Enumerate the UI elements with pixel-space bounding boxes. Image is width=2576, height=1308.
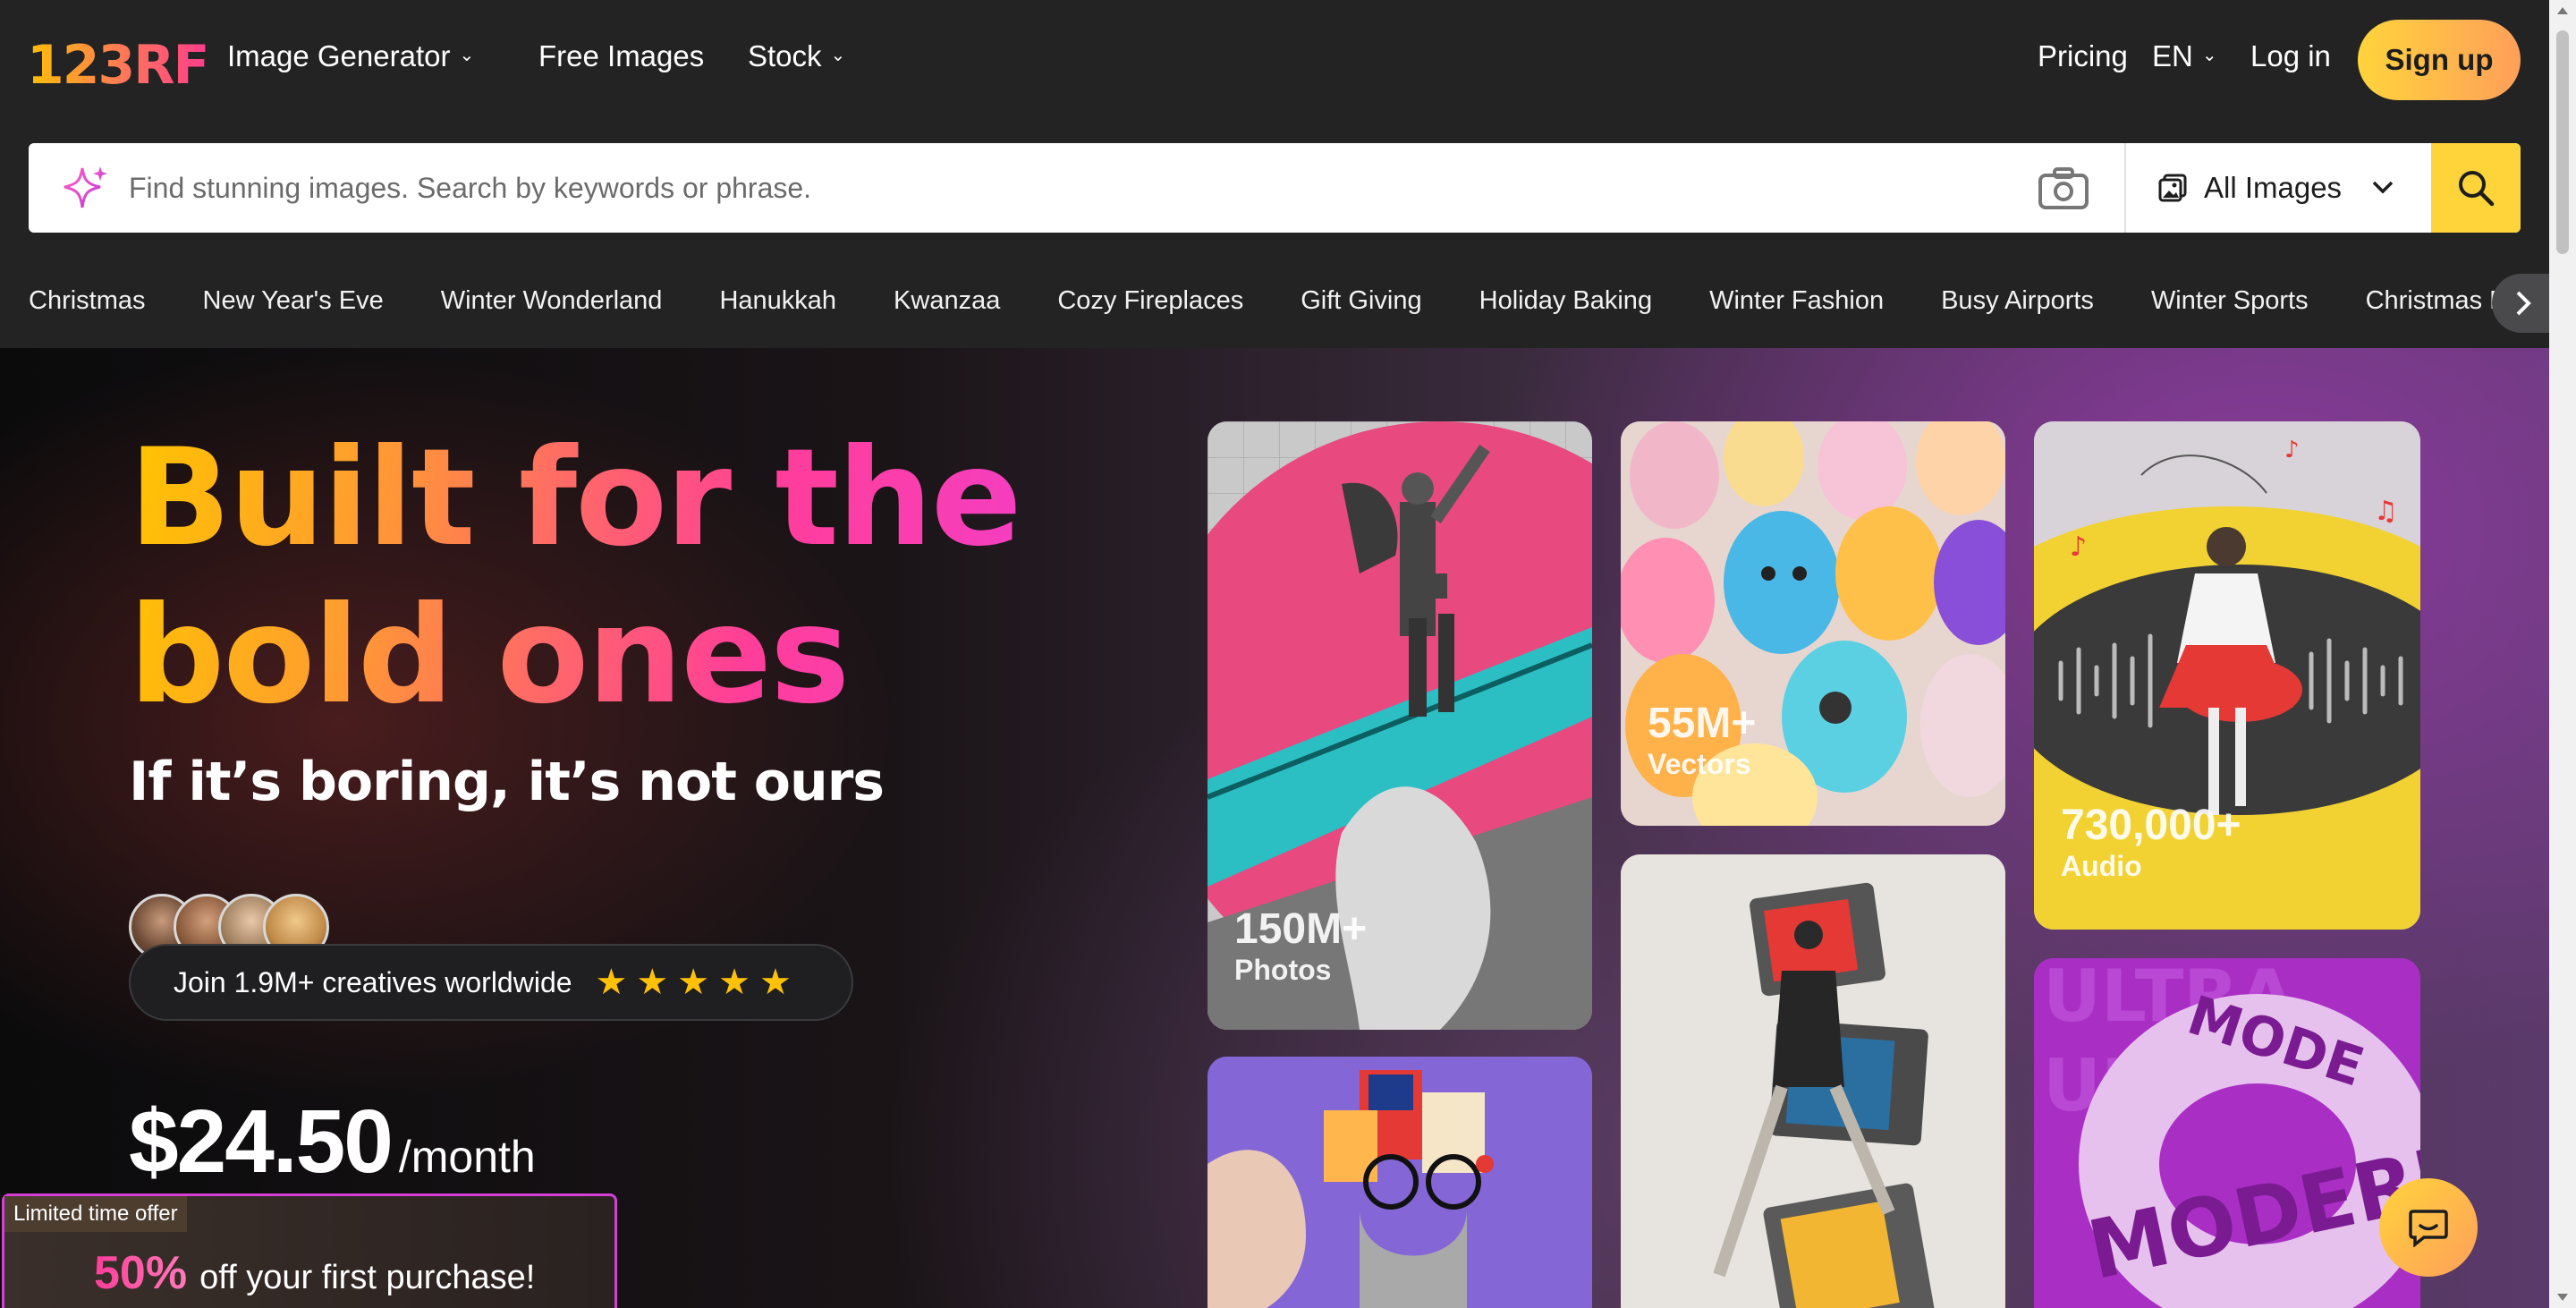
nav-image-generator-label: Image Generator (227, 39, 451, 72)
price-period: /month (398, 1132, 536, 1182)
hero-headline: Built for the bold ones (129, 420, 1023, 735)
collage-artwork (1208, 1057, 1592, 1308)
top-header: 123RF Image Generator ⌄ Free Images Stoc… (0, 0, 2576, 348)
image-type-label: All Images (2204, 171, 2343, 204)
chip-winter-wonderland[interactable]: Winter Wonderland (441, 286, 663, 322)
scroll-thumb[interactable] (2556, 30, 2569, 254)
nav-stock-label: Stock (748, 39, 822, 72)
chip-new-years-eve[interactable]: New Year's Eve (203, 286, 384, 322)
tile-audio[interactable]: ♪ ♫ ♪ 730,000+ Audio (2034, 421, 2420, 930)
sparkle-icon (64, 166, 107, 208)
tile-photos[interactable]: 150M+ Photos (1208, 421, 1592, 1030)
fonts-artwork: ULTRA ULTRA MODERN MODE (2034, 958, 2420, 1308)
photos-count: 150M+ (1234, 905, 1368, 953)
star-icon: ★ (758, 963, 792, 1002)
search-input[interactable] (127, 143, 2005, 233)
svg-text:♪: ♪ (2284, 437, 2300, 463)
photos-kind: Photos (1234, 954, 1332, 986)
promo-percent: 50% (94, 1247, 188, 1299)
search-button[interactable] (2431, 143, 2521, 233)
logo[interactable]: 123RF (27, 34, 209, 97)
search-divider (2124, 143, 2126, 233)
hero-section: Built for the bold ones If it’s boring, … (0, 348, 2549, 1308)
promo-banner[interactable]: Limited time offer 50% off your first pu… (2, 1193, 617, 1308)
svg-text:♫: ♫ (2374, 496, 2398, 527)
language-selector[interactable]: EN ⌄ (2152, 39, 2217, 73)
search-icon (2459, 171, 2495, 207)
hero-subline: If it’s boring, it’s not ours (129, 751, 885, 813)
join-text: Join 1.9M+ creatives worldwide (174, 965, 572, 998)
scroll-down-arrow[interactable] (2557, 1294, 2568, 1301)
vectors-kind: Vectors (1648, 748, 1751, 780)
tile-vectors[interactable]: 55M+ Vectors (1621, 421, 2005, 826)
camera-icon[interactable] (2037, 165, 2090, 211)
chevron-down-icon: ⌄ (830, 45, 846, 65)
audio-kind: Audio (2061, 850, 2142, 882)
page-scrollbar[interactable] (2549, 0, 2576, 1308)
pricing-label: Pricing (2038, 39, 2128, 72)
nav-image-generator[interactable]: Image Generator ⌄ (227, 39, 474, 73)
login-link[interactable]: Log in (2250, 39, 2331, 73)
promo-text: 50% off your first purchase! (94, 1246, 535, 1300)
trending-chips: Christmas New Year's Eve Winter Wonderla… (29, 286, 2576, 322)
audio-count: 730,000+ (2061, 802, 2241, 849)
star-icon: ★ (677, 963, 710, 1002)
chip-christmas[interactable]: Christmas (29, 286, 146, 322)
login-label: Log in (2250, 39, 2331, 72)
chip-gift-giving[interactable]: Gift Giving (1301, 286, 1421, 322)
chat-icon (2409, 1210, 2448, 1247)
video-artwork (1621, 854, 2005, 1308)
star-icon: ★ (595, 963, 628, 1002)
tile-video[interactable] (1621, 854, 2005, 1308)
headline-line-1: Built for the (129, 420, 1021, 576)
chip-winter-sports[interactable]: Winter Sports (2151, 286, 2309, 322)
tile-fonts[interactable]: ULTRA ULTRA MODERN MODE (2034, 958, 2420, 1308)
chevron-down-icon: ⌄ (459, 45, 475, 65)
pricing-link[interactable]: Pricing (2038, 39, 2128, 73)
chip-holiday-baking[interactable]: Holiday Baking (1479, 286, 1652, 322)
promo-message: off your first purchase! (199, 1259, 536, 1296)
star-icon: ★ (636, 963, 669, 1002)
vectors-label: 55M+ Vectors (1648, 699, 1756, 781)
nav-stock[interactable]: Stock ⌄ (748, 39, 845, 73)
svg-text:♪: ♪ (2070, 531, 2087, 563)
audio-label: 730,000+ Audio (2061, 801, 2241, 883)
image-icon (2158, 174, 2187, 202)
image-type-select[interactable]: All Images (2157, 143, 2342, 233)
promo-tag: Limited time offer (4, 1196, 187, 1232)
signup-label: Sign up (2385, 43, 2494, 76)
chevron-down-icon: ⌄ (2201, 45, 2217, 65)
language-label: EN (2152, 39, 2193, 72)
search-bar: All Images (29, 143, 2521, 233)
social-proof-pill: Join 1.9M+ creatives worldwide ★ ★ ★ ★ ★ (129, 944, 853, 1021)
chips-next-button[interactable] (2492, 274, 2555, 333)
chip-winter-fashion[interactable]: Winter Fashion (1709, 286, 1884, 322)
chevron-right-icon (2516, 291, 2531, 316)
chat-support-button[interactable] (2379, 1178, 2478, 1277)
tile-collage[interactable] (1208, 1057, 1592, 1308)
signup-button[interactable]: Sign up (2358, 20, 2521, 100)
headline-line-2: bold ones (129, 578, 849, 734)
photos-label: 150M+ Photos (1234, 905, 1367, 987)
scroll-up-arrow[interactable] (2557, 7, 2568, 14)
rating-stars: ★ ★ ★ ★ ★ (596, 962, 792, 1003)
chip-cozy-fireplaces[interactable]: Cozy Fireplaces (1057, 286, 1243, 322)
price-display: $24.50 /month (129, 1091, 536, 1193)
price-amount: $24.50 (129, 1091, 394, 1192)
chip-kwanzaa[interactable]: Kwanzaa (894, 286, 1000, 322)
nav-free-images-label: Free Images (538, 39, 705, 72)
chevron-down-icon (2372, 181, 2394, 194)
chip-hanukkah[interactable]: Hanukkah (719, 286, 836, 322)
vectors-count: 55M+ (1648, 700, 1757, 747)
nav-free-images[interactable]: Free Images (538, 39, 704, 73)
star-icon: ★ (718, 963, 750, 1002)
chip-busy-airports[interactable]: Busy Airports (1941, 286, 2094, 322)
